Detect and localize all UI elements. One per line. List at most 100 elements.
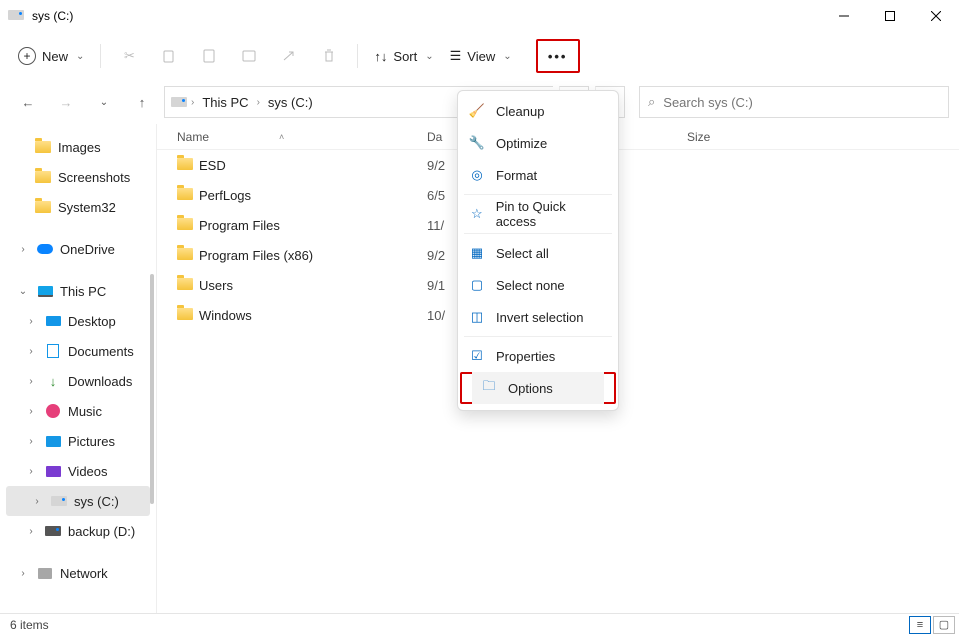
file-name: PerfLogs xyxy=(199,188,427,203)
sidebar-label: Desktop xyxy=(68,314,116,329)
sidebar-label: sys (C:) xyxy=(74,494,119,509)
chevron-right-icon[interactable]: › xyxy=(24,466,38,477)
chevron-right-icon[interactable]: › xyxy=(24,406,38,417)
menu-properties[interactable]: ☑Properties xyxy=(458,340,618,372)
menu-optimize[interactable]: 🔧 Optimize xyxy=(458,127,618,159)
download-icon: ↓ xyxy=(44,374,62,389)
sidebar-item-system32[interactable]: System32 xyxy=(0,192,156,222)
chevron-down-icon[interactable]: ⌄ xyxy=(16,286,30,297)
sidebar-item-images[interactable]: Images xyxy=(0,132,156,162)
rename-icon xyxy=(241,48,257,64)
sidebar-item-documents[interactable]: ›Documents xyxy=(0,336,156,366)
sidebar: Images Screenshots System32 ›OneDrive ⌄T… xyxy=(0,124,156,613)
new-button[interactable]: + New ⌄ xyxy=(12,38,90,74)
chevron-right-icon: › xyxy=(255,97,262,108)
menu-invert-selection[interactable]: ◫Invert selection xyxy=(458,301,618,333)
document-icon xyxy=(47,344,59,358)
menu-format[interactable]: ◎Format xyxy=(458,159,618,191)
folder-icon xyxy=(35,171,51,183)
disc-icon: ◎ xyxy=(468,167,486,183)
back-button[interactable]: ← xyxy=(12,86,44,118)
network-icon xyxy=(38,568,52,579)
folder-icon xyxy=(177,158,193,170)
col-size[interactable]: Size xyxy=(687,130,767,144)
paste-button[interactable] xyxy=(191,38,227,74)
share-icon xyxy=(281,48,297,64)
share-button[interactable] xyxy=(271,38,307,74)
folder-icon xyxy=(35,201,51,213)
status-bar: 6 items ≡ ▢ xyxy=(0,613,959,635)
menu-options[interactable]: 🗀Options xyxy=(460,372,616,404)
sidebar-item-thispc[interactable]: ⌄This PC xyxy=(0,276,156,306)
sidebar-label: Pictures xyxy=(68,434,115,449)
chevron-right-icon[interactable]: › xyxy=(24,376,38,387)
search-input[interactable] xyxy=(663,95,940,110)
copy-button[interactable] xyxy=(151,38,187,74)
sidebar-item-music[interactable]: ›Music xyxy=(0,396,156,426)
menu-select-all[interactable]: ▦Select all xyxy=(458,237,618,269)
folder-icon xyxy=(177,248,193,260)
chevron-right-icon[interactable]: › xyxy=(24,436,38,447)
col-name[interactable]: Name xyxy=(177,130,209,144)
folder-icon xyxy=(177,278,193,290)
chevron-right-icon[interactable]: › xyxy=(16,568,30,579)
menu-label: Cleanup xyxy=(496,104,544,119)
window-title: sys (C:) xyxy=(32,9,73,23)
menu-label: Select none xyxy=(496,278,565,293)
more-menu: 🧹Cleanup 🔧 Optimize ◎Format ☆Pin to Quick… xyxy=(457,90,619,411)
icons-view-button[interactable]: ▢ xyxy=(933,616,955,634)
scrollbar-thumb[interactable] xyxy=(150,274,154,504)
drive-icon xyxy=(51,496,67,506)
chevron-right-icon[interactable]: › xyxy=(24,316,38,327)
sidebar-label: Downloads xyxy=(68,374,132,389)
desktop-icon xyxy=(46,316,61,326)
sidebar-item-backup-d[interactable]: ›backup (D:) xyxy=(0,516,156,546)
wrench-icon: 🔧 xyxy=(468,135,486,151)
maximize-button[interactable] xyxy=(867,0,913,32)
folder-icon xyxy=(177,308,193,320)
rename-button[interactable] xyxy=(231,38,267,74)
forward-button[interactable]: → xyxy=(50,86,82,118)
sidebar-label: Images xyxy=(58,140,101,155)
item-count: 6 items xyxy=(10,618,49,632)
sidebar-item-screenshots[interactable]: Screenshots xyxy=(0,162,156,192)
file-name: Windows xyxy=(199,308,427,323)
breadcrumb-root[interactable]: This PC xyxy=(198,95,252,110)
minimize-button[interactable] xyxy=(821,0,867,32)
up-button[interactable]: ↑ xyxy=(126,86,158,118)
search-box[interactable]: ⌕ xyxy=(639,86,949,118)
menu-cleanup[interactable]: 🧹Cleanup xyxy=(458,95,618,127)
view-button[interactable]: ☰ View ⌄ xyxy=(444,38,518,74)
plus-icon: + xyxy=(18,47,36,65)
close-button[interactable] xyxy=(913,0,959,32)
folder-icon xyxy=(177,188,193,200)
sidebar-item-downloads[interactable]: › ↓ Downloads xyxy=(0,366,156,396)
recent-button[interactable]: ⌄ xyxy=(88,86,120,118)
chevron-right-icon[interactable]: › xyxy=(24,346,38,357)
sidebar-item-onedrive[interactable]: ›OneDrive xyxy=(0,234,156,264)
details-view-button[interactable]: ≡ xyxy=(909,616,931,634)
new-label: New xyxy=(42,49,68,64)
music-icon xyxy=(46,404,60,418)
sidebar-item-network[interactable]: ›Network xyxy=(0,558,156,588)
chevron-right-icon[interactable]: › xyxy=(16,244,30,255)
pc-icon xyxy=(38,286,53,297)
videos-icon xyxy=(46,466,61,477)
sidebar-item-pictures[interactable]: › Pictures xyxy=(0,426,156,456)
more-button[interactable]: ••• xyxy=(536,39,580,73)
invert-icon: ◫ xyxy=(468,309,486,325)
breadcrumb-current[interactable]: sys (C:) xyxy=(264,95,317,110)
menu-pin[interactable]: ☆Pin to Quick access xyxy=(458,198,618,230)
delete-button[interactable] xyxy=(311,38,347,74)
file-name: Users xyxy=(199,278,427,293)
sort-button[interactable]: ↑↓ Sort ⌄ xyxy=(368,38,439,74)
menu-separator xyxy=(464,194,612,195)
cut-button[interactable]: ✂ xyxy=(111,38,147,74)
sidebar-item-desktop[interactable]: › Desktop xyxy=(0,306,156,336)
chevron-right-icon[interactable]: › xyxy=(24,526,38,537)
menu-select-none[interactable]: ▢Select none xyxy=(458,269,618,301)
menu-label: Optimize xyxy=(496,136,547,151)
chevron-right-icon[interactable]: › xyxy=(30,496,44,507)
sidebar-item-sys-c[interactable]: › sys (C:) xyxy=(6,486,150,516)
sidebar-item-videos[interactable]: ›Videos xyxy=(0,456,156,486)
